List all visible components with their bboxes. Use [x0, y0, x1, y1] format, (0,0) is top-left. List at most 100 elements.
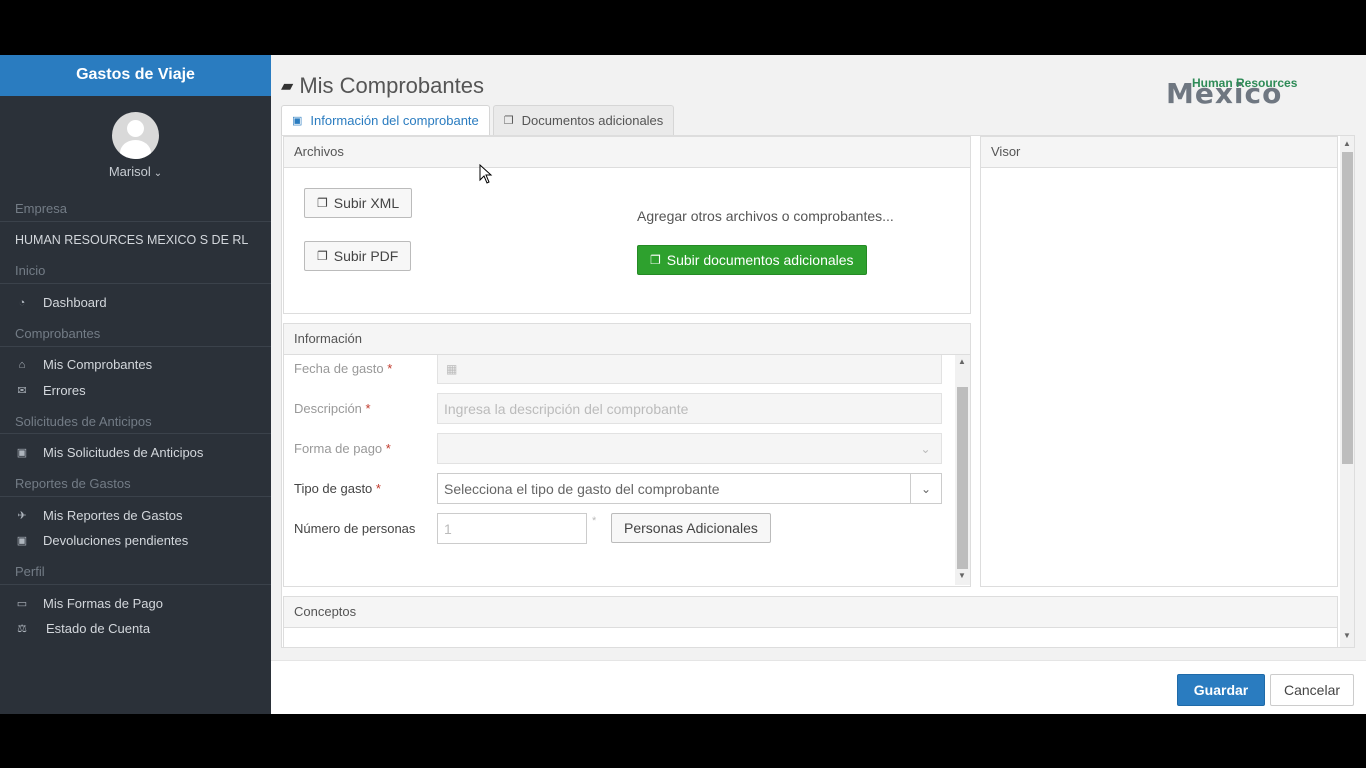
personas-value: 1	[444, 520, 452, 537]
app-window: Gastos de Viaje Marisol ⌄ Empresa HUMAN R…	[0, 55, 1366, 714]
sidebar-item-label: Devoluciones pendientes	[43, 533, 189, 548]
field-descripcion: Descripción * Ingresa la descripción del…	[294, 393, 942, 424]
footer: Guardar Cancelar	[271, 660, 1366, 714]
tipo-gasto-select[interactable]: Selecciona el tipo de gasto del comproba…	[437, 473, 942, 504]
user-menu[interactable]: Marisol ⌄	[0, 164, 271, 179]
archivos-panel: Archivos ❐ Subir XML ❐ Subir PDF Agregar…	[283, 136, 971, 314]
tab-informacion[interactable]: ▣ Información del comprobante	[281, 105, 490, 135]
descripcion-placeholder: Ingresa la descripción del comprobante	[444, 400, 689, 417]
copy-icon: ❐	[317, 196, 328, 210]
mouse-cursor-icon	[479, 164, 493, 184]
forma-pago-select[interactable]: ⌄	[437, 433, 942, 464]
page-title-text: Mis Comprobantes	[299, 73, 484, 98]
money-icon: ▣	[292, 115, 303, 127]
field-tipo-gasto: Tipo de gasto * Selecciona el tipo de ga…	[294, 473, 942, 504]
save-button[interactable]: Guardar	[1177, 674, 1265, 706]
company-name[interactable]: HUMAN RESOURCES MEXICO S DE RL	[15, 233, 248, 247]
sidebar-item-mis-comprobantes[interactable]: ⌂ Mis Comprobantes	[15, 357, 152, 372]
section-perfil: Perfil	[15, 564, 45, 579]
calendar-icon[interactable]: ▦	[446, 362, 457, 376]
tab-label: Información del comprobante	[310, 113, 479, 128]
scroll-thumb[interactable]	[957, 387, 968, 569]
balance-scale-icon: ⚖	[17, 623, 27, 635]
sidebar-item-label: Mis Formas de Pago	[43, 596, 163, 611]
upload-additional-button[interactable]: ❐ Subir documentos adicionales	[637, 245, 867, 275]
section-reportes: Reportes de Gastos	[15, 476, 131, 491]
section-solicitudes: Solicitudes de Anticipos	[15, 414, 152, 429]
sidebar-item-errores[interactable]: ✉ Errores	[15, 383, 86, 398]
visor-panel: Visor	[980, 136, 1338, 587]
label-forma-pago: Forma de pago *	[294, 441, 391, 456]
chevron-down-icon[interactable]: ⌄	[910, 474, 941, 503]
button-label: Subir PDF	[333, 248, 399, 264]
scroll-up-icon[interactable]: ▲	[1341, 139, 1353, 148]
scroll-thumb[interactable]	[1342, 152, 1353, 464]
main-content: ▰ Mis Comprobantes Mexico Human Resource…	[271, 55, 1366, 714]
tabs: ▣ Información del comprobante ❐ Document…	[281, 105, 677, 135]
dashboard-icon: ◔	[18, 296, 26, 309]
section-inicio: Inicio	[15, 263, 46, 278]
descripcion-input[interactable]: Ingresa la descripción del comprobante	[437, 393, 942, 424]
visor-title: Visor	[981, 137, 1337, 168]
credit-card-icon: ▭	[16, 598, 28, 610]
copy-icon: ❐	[503, 115, 514, 127]
field-fecha: Fecha de gasto * ▦	[294, 355, 942, 384]
cancel-button[interactable]: Cancelar	[1270, 674, 1354, 706]
sidebar-item-estado-cuenta[interactable]: ⚖ Estado de Cuenta	[15, 621, 150, 636]
sidebar-item-label: Errores	[43, 383, 86, 398]
sidebar-item-label: Mis Reportes de Gastos	[43, 508, 183, 523]
scroll-up-icon[interactable]: ▲	[956, 357, 968, 366]
plane-icon: ✈	[17, 510, 27, 522]
field-forma-pago: Forma de pago * ⌄	[294, 433, 942, 464]
button-label: Subir documentos adicionales	[666, 252, 854, 268]
inbox-icon: ▰	[281, 78, 294, 95]
tipo-gasto-value: Selecciona el tipo de gasto del comproba…	[444, 480, 720, 497]
fecha-input[interactable]: ▦	[437, 355, 942, 384]
logo-text-small: Human Resources	[1192, 76, 1298, 90]
sidebar-item-label: Estado de Cuenta	[46, 621, 151, 636]
archivos-title: Archivos	[284, 137, 970, 168]
tab-label: Documentos adicionales	[521, 113, 664, 128]
informacion-panel: Información Fecha de gasto * ▦ Descripci…	[283, 323, 971, 587]
company-logo: Mexico Human Resources	[1166, 73, 1316, 110]
label-personas: Número de personas	[294, 521, 416, 536]
button-label: Subir XML	[333, 195, 400, 211]
sidebar-item-label: Dashboard	[43, 295, 107, 310]
inbox-icon: ⌂	[18, 358, 26, 371]
section-comprobantes: Comprobantes	[15, 326, 101, 341]
sidebar-item-formas-pago[interactable]: ▭ Mis Formas de Pago	[15, 596, 163, 611]
sidebar-item-label: Mis Comprobantes	[43, 357, 153, 372]
button-label: Personas Adicionales	[624, 520, 758, 536]
additional-hint: Agregar otros archivos o comprobantes...	[637, 208, 894, 224]
conceptos-panel: Conceptos	[283, 596, 1338, 647]
sidebar-title: Gastos de Viaje	[0, 55, 271, 96]
copy-icon: ❐	[650, 253, 661, 267]
money-icon: ▣	[16, 535, 28, 547]
tab-documentos[interactable]: ❐ Documentos adicionales	[492, 105, 675, 135]
scroll-down-icon[interactable]: ▼	[1341, 631, 1353, 640]
content-scrollbar[interactable]: ▲ ▼	[1340, 136, 1354, 647]
upload-xml-button[interactable]: ❐ Subir XML	[304, 188, 413, 218]
informacion-title: Información	[284, 324, 970, 355]
label-fecha: Fecha de gasto *	[294, 361, 393, 376]
section-empresa: Empresa	[15, 201, 68, 216]
sidebar-item-label: Mis Solicitudes de Anticipos	[43, 445, 204, 460]
informacion-form[interactable]: Fecha de gasto * ▦ Descripción * Ingresa…	[284, 355, 956, 586]
informacion-scrollbar[interactable]: ▲ ▼	[955, 355, 970, 585]
upload-pdf-button[interactable]: ❐ Subir PDF	[304, 241, 412, 271]
sidebar-item-reportes[interactable]: ✈ Mis Reportes de Gastos	[15, 508, 182, 523]
label-tipo-gasto: Tipo de gasto *	[294, 481, 381, 496]
sidebar: Gastos de Viaje Marisol ⌄ Empresa HUMAN R…	[0, 55, 271, 714]
sidebar-item-devoluciones[interactable]: ▣ Devoluciones pendientes	[15, 533, 188, 548]
required-marker: *	[592, 515, 597, 527]
user-name[interactable]: Marisol	[109, 164, 151, 179]
personas-adicionales-button[interactable]: Personas Adicionales	[611, 513, 771, 543]
chevron-down-icon: ⌄	[153, 168, 163, 179]
page-title: ▰ Mis Comprobantes	[281, 73, 484, 99]
field-personas: Número de personas 1 * Personas Adiciona…	[294, 513, 942, 544]
sidebar-item-dashboard[interactable]: ◔ Dashboard	[15, 295, 107, 310]
scroll-down-icon[interactable]: ▼	[956, 571, 968, 580]
personas-input[interactable]: 1	[437, 513, 587, 544]
avatar[interactable]	[112, 112, 159, 159]
sidebar-item-solicitudes[interactable]: ▣ Mis Solicitudes de Anticipos	[15, 445, 204, 460]
